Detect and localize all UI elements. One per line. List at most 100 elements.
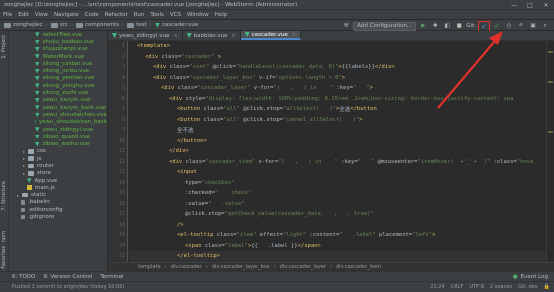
maximize-button[interactable]: □: [522, 0, 538, 10]
code-breadcrumb-item[interactable]: template: [138, 264, 161, 270]
minimize-button[interactable]: —: [506, 0, 522, 10]
menu-item-view[interactable]: View: [35, 12, 48, 18]
nav-crumb-test[interactable]: test: [127, 22, 147, 28]
project-tool-tab[interactable]: 1: Project: [1, 35, 7, 59]
line-separator[interactable]: CRLF: [451, 284, 464, 290]
code-token: "cascader_layer": [197, 85, 251, 92]
code-breadcrumb-item[interactable]: div.cascader_layer_box: [212, 264, 270, 270]
menu-item-help[interactable]: Help: [215, 12, 228, 18]
code-token: :class=: [490, 158, 517, 165]
project-tree-item[interactable]: sitong_jurisu.vue: [9, 67, 107, 74]
event-log-button[interactable]: ● Event Log: [513, 274, 548, 280]
close-tab-icon[interactable]: ×: [173, 33, 177, 39]
status-message[interactable]: Pushed 1 commit to origin/dev (today 10:…: [12, 284, 124, 290]
project-tree-item[interactable]: zibiao_weihu.vue: [9, 140, 107, 147]
project-tree-item[interactable]: WaterMark.vue: [9, 53, 107, 60]
project-tree-item[interactable]: sitong_yonghu.vue: [9, 82, 107, 89]
project-tree-item[interactable]: yewu_baoyin.vue: [9, 97, 107, 104]
project-tree-item[interactable]: ▸ store: [9, 170, 107, 177]
project-tree-item[interactable]: yewu_shoudaichan_back: [9, 119, 107, 126]
project-tree-item[interactable]: sitong_caidan.vue: [9, 60, 107, 67]
project-tree-item[interactable]: sitong_yemian.vue: [9, 75, 107, 82]
menu-item-edit[interactable]: Edit: [18, 12, 29, 18]
line-number: 20: [118, 242, 125, 249]
menu-item-navigate[interactable]: Navigate: [54, 12, 79, 18]
menu-item-refactor[interactable]: Refactor: [105, 12, 128, 18]
rollback-icon[interactable]: ↶: [516, 22, 526, 31]
close-tab-icon[interactable]: ×: [292, 32, 296, 38]
menu-item-file[interactable]: File: [3, 12, 12, 18]
todo-tool-button[interactable]: 6: TODO: [12, 274, 35, 280]
project-tree-item[interactable]: ▸ js: [9, 155, 107, 162]
stop-icon[interactable]: ■: [454, 22, 464, 31]
nav-crumb-components[interactable]: components: [76, 22, 119, 28]
nav-crumb-file[interactable]: cascader.vue: [154, 22, 198, 28]
code-editor[interactable]: <template> <div class= "cascader" > <div cl…: [129, 41, 546, 262]
project-tree-item[interactable]: App.vue: [9, 177, 107, 184]
code-token: "handleLevel(cascader_data, 0)": [235, 64, 339, 71]
project-tree-item[interactable]: main.js: [9, 184, 107, 191]
vue-file-icon: [35, 68, 40, 74]
project-tree-item[interactable]: .editorconfig: [9, 206, 107, 213]
run-icon[interactable]: ▶: [418, 22, 428, 31]
nav-crumb-project[interactable]: zonghejiec: [4, 22, 43, 28]
chevron-icon: ›: [45, 22, 48, 28]
menu-item-code[interactable]: Code: [85, 12, 99, 18]
search-icon[interactable]: ⌕: [540, 22, 550, 31]
debug-icon[interactable]: ✱: [430, 22, 440, 31]
project-tree-item[interactable]: zibiao_quanli.vue: [9, 133, 107, 140]
project-tree-item[interactable]: .babelrc: [9, 199, 107, 206]
project-tree-item-label: yewu_baoyin.vue: [42, 97, 91, 104]
code-breadcrumb-item[interactable]: div.cascader: [171, 264, 202, 270]
caret-position[interactable]: 21:24: [430, 284, 444, 290]
history-icon[interactable]: ◷: [504, 22, 514, 31]
project-tree-item[interactable]: ▸ static: [9, 192, 107, 199]
project-tree-item[interactable]: ▸ css: [9, 148, 107, 155]
add-configuration-button[interactable]: Add Configuration...: [353, 21, 417, 31]
menu-item-run[interactable]: Run: [134, 12, 145, 18]
editor-scrollbar[interactable]: [546, 41, 554, 262]
npm-tool-tab[interactable]: npm: [1, 231, 7, 242]
project-tree-item[interactable]: sitong_zuzhi.vue: [9, 89, 107, 96]
vcs-commit-icon[interactable]: ✓: [492, 22, 502, 31]
structure-tool-tab[interactable]: 7: Structure: [1, 181, 7, 211]
project-tree-item-label: static: [31, 192, 47, 199]
navigation-bar: zonghejiec › src › components › test › c…: [0, 19, 554, 32]
coverage-icon[interactable]: ◧: [442, 22, 452, 31]
terminal-tool-button[interactable]: Terminal: [100, 274, 123, 280]
project-tree-item[interactable]: selectTree.vue: [9, 31, 107, 38]
code-token: effect=: [256, 232, 283, 239]
close-button[interactable]: ✕: [538, 0, 554, 10]
code-line: </div>: [129, 146, 546, 157]
project-tree-item[interactable]: shujushenpi.vue: [9, 46, 107, 53]
version-control-tool-button[interactable]: 9: Version Control: [43, 274, 92, 280]
code-breadcrumb-item[interactable]: div.cascader_layer: [280, 264, 326, 270]
editor-tab[interactable]: baobiao.vue ×: [183, 31, 241, 40]
settings-icon[interactable]: ▣: [528, 22, 538, 31]
lock-icon[interactable]: 🔓: [544, 284, 550, 290]
close-tab-icon[interactable]: ×: [231, 33, 235, 39]
window-controls: — □ ✕: [506, 0, 554, 10]
vue-file-icon: [35, 54, 40, 59]
hammer-icon[interactable]: ⚒: [341, 22, 351, 31]
file-encoding[interactable]: UTF-8: [469, 284, 484, 290]
code-line: <div class= "cont" @click= "handleLevel(ca…: [129, 62, 546, 73]
menu-item-tools[interactable]: Tools: [150, 12, 164, 18]
vcs-update-icon[interactable]: ↙: [478, 20, 490, 32]
editor-tab[interactable]: yewu_zidingyi.vue ×: [108, 31, 183, 40]
project-tree-item[interactable]: yewu_shoudaichan.vue: [9, 111, 107, 118]
indent-setting[interactable]: 2 spaces: [490, 284, 512, 290]
editor-tab[interactable]: cascader.vue ×: [240, 31, 301, 40]
menu-item-vcs[interactable]: VCS: [170, 12, 181, 18]
project-tree-item[interactable]: ▸ router: [9, 162, 107, 169]
project-tree-item[interactable]: yewu_zidingyi.vue: [9, 126, 107, 133]
code-token: </button: [350, 106, 377, 113]
project-tree-item[interactable]: shujiu_baobao.vue: [9, 38, 107, 45]
project-tree-item[interactable]: yewu_baoyin_back.vue: [9, 104, 107, 111]
menu-item-window[interactable]: Window: [187, 12, 209, 18]
code-breadcrumb-item[interactable]: div.cascader_item: [336, 264, 381, 270]
nav-crumb-src[interactable]: src: [50, 22, 68, 28]
git-label: Git:: [466, 23, 476, 29]
git-branch[interactable]: Git: dev: [518, 284, 538, 290]
project-tree-item[interactable]: .gitignore: [9, 213, 107, 220]
